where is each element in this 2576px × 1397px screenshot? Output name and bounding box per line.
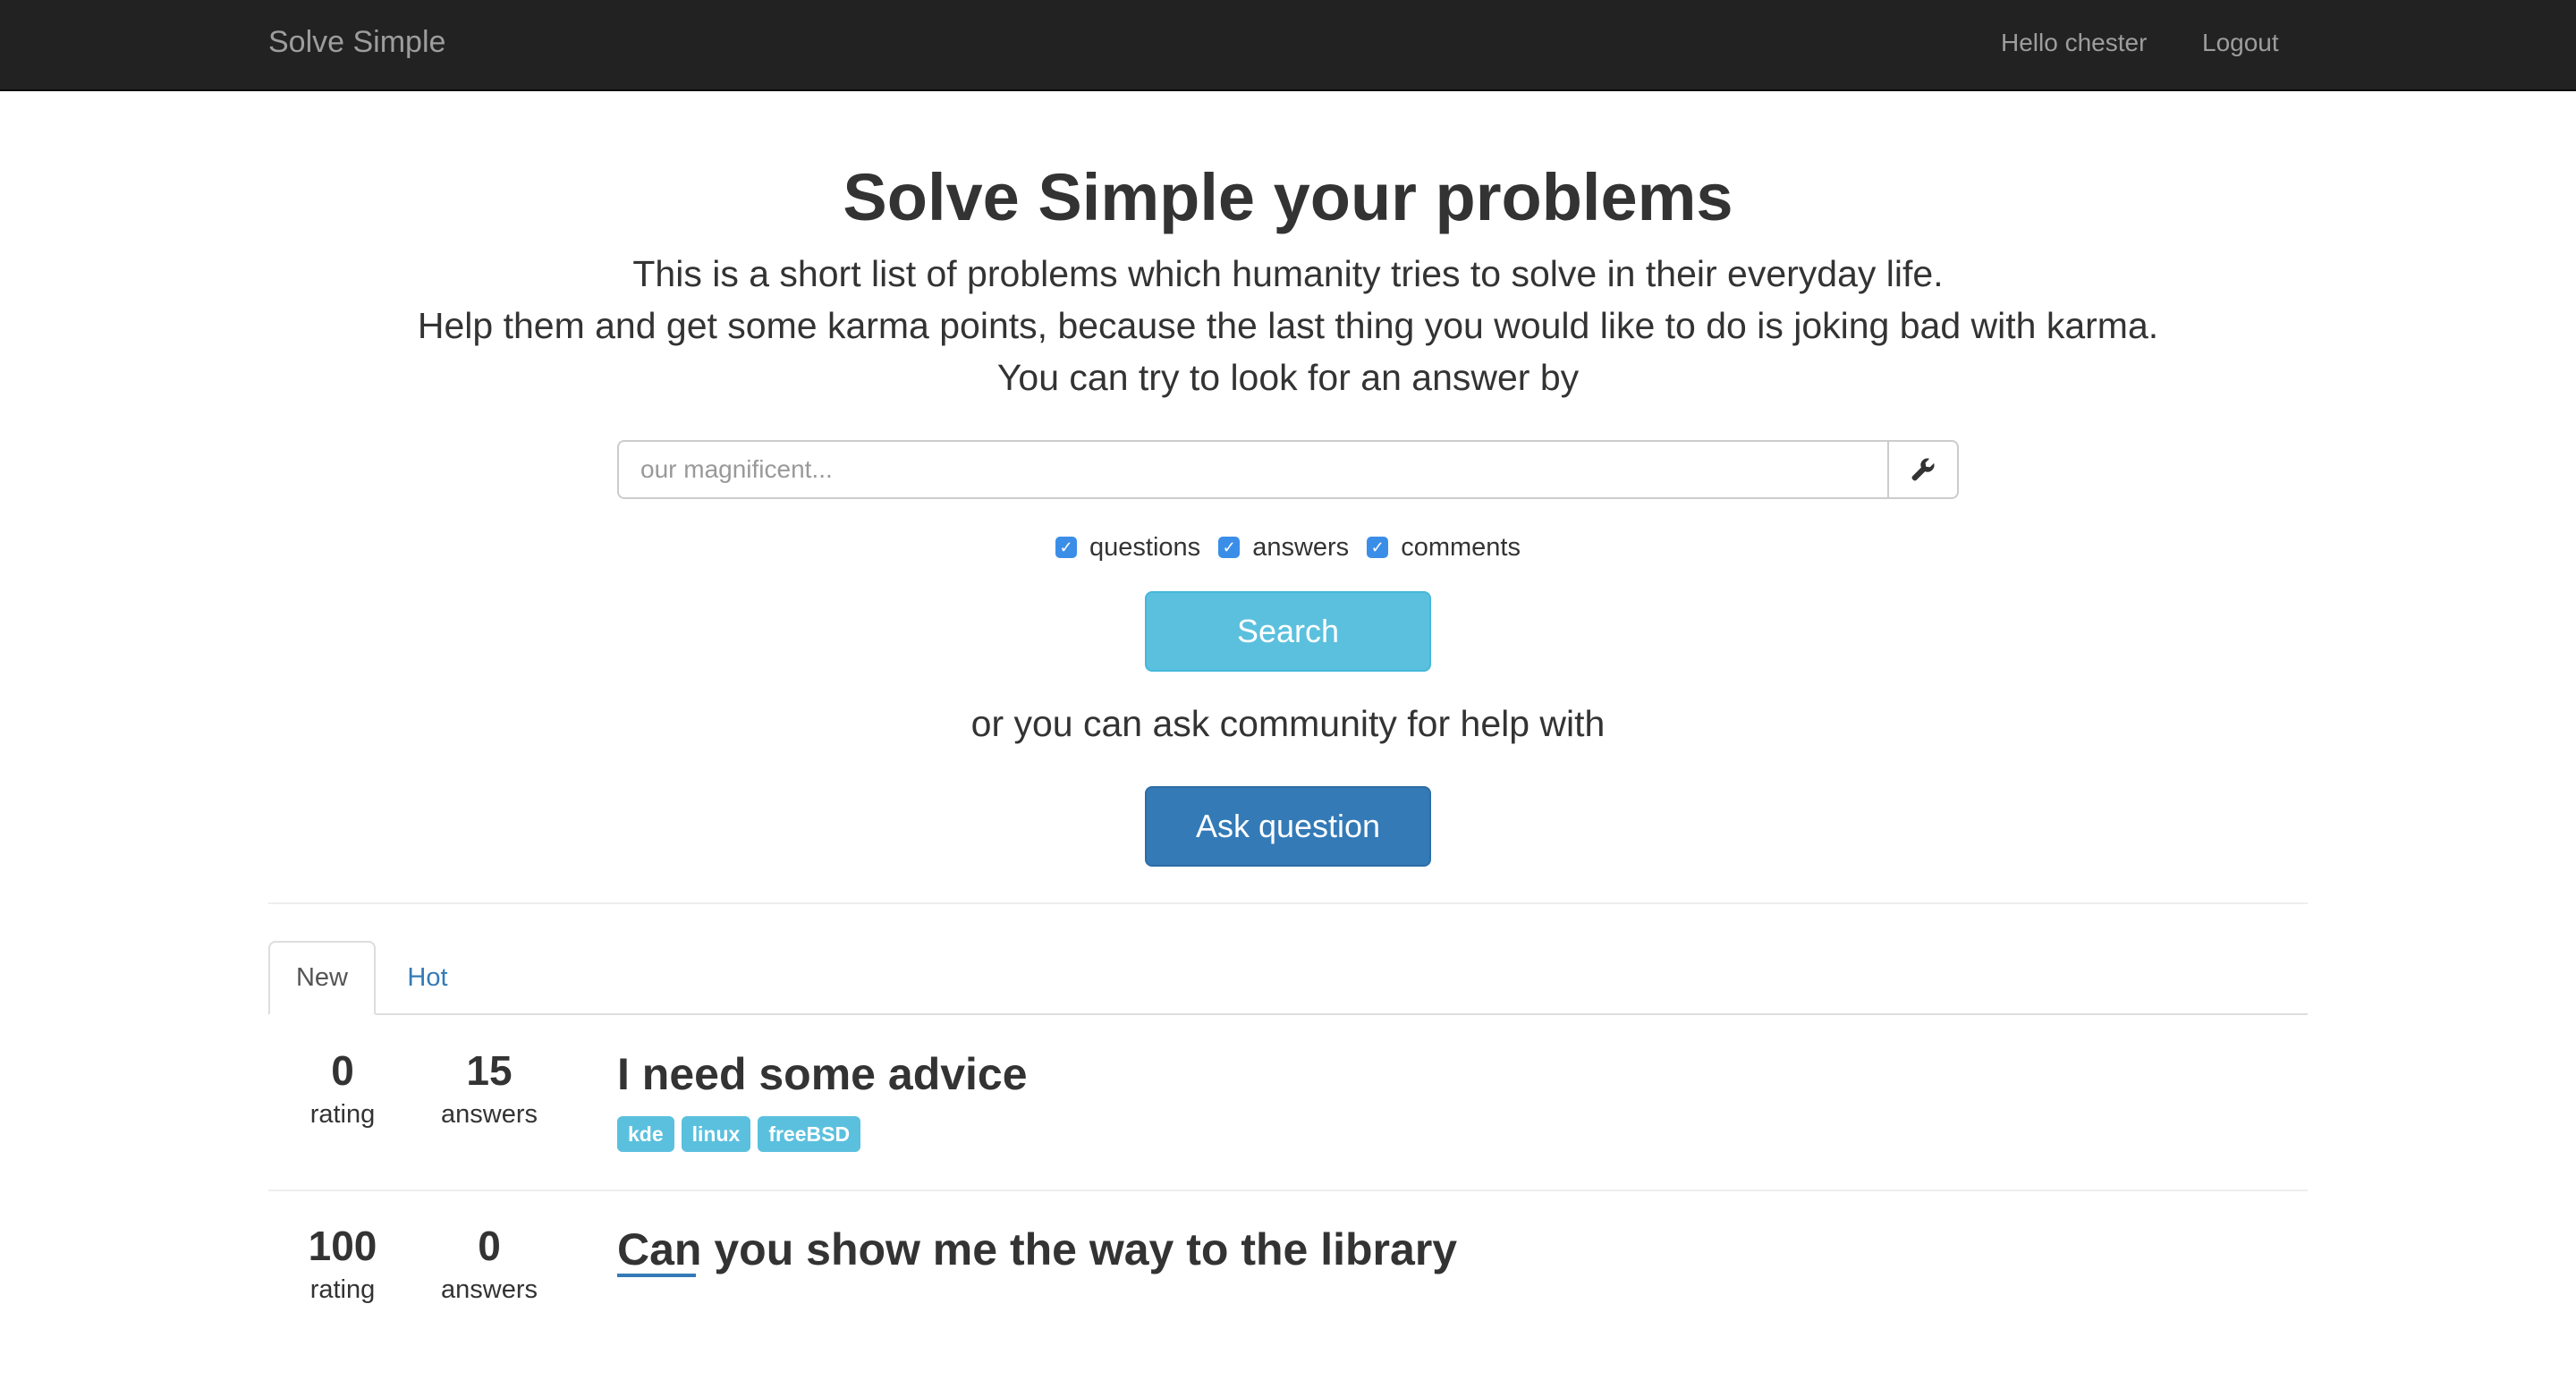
rating-stat: 0 rating [284,1046,401,1130]
divider [268,902,2308,904]
tabs-border [268,1013,2308,1015]
checkbox-checked-icon[interactable]: ✓ [1218,537,1241,558]
filter-comments[interactable]: ✓ comments [1367,533,1521,563]
ask-prompt: or you can ask community for help with [970,703,1606,744]
navbar: Solve Simple Hello chester Logout [0,0,2576,91]
tag[interactable]: linux [681,1116,751,1152]
answers-stat: 15 answers [431,1046,547,1130]
answers-value: 0 [478,1223,501,1269]
checkbox-checked-icon[interactable]: ✓ [1367,537,1389,558]
search-options-button[interactable] [1887,440,1959,499]
answers-label: answers [441,1275,538,1304]
tab-hot[interactable]: Hot [385,941,470,1015]
rating-value: 0 [331,1047,354,1094]
question-title-link[interactable]: Can you show me the way to the library [617,1223,1457,1275]
tag-list: kde linux freeBSD [617,1116,861,1152]
search-group [617,440,1959,499]
hero-line-2: Help them and get some karma points, bec… [417,305,2159,346]
brand-link[interactable]: Solve Simple [268,25,445,60]
answers-stat: 0 answers [431,1222,547,1306]
filter-questions[interactable]: ✓ questions [1055,533,1200,563]
question-title-link[interactable]: I need some advice [617,1048,1028,1100]
rating-value: 100 [308,1223,377,1269]
answers-value: 15 [466,1047,513,1094]
tag[interactable]: freeBSD [758,1116,861,1152]
filter-answers[interactable]: ✓ answers [1218,533,1349,563]
hero-line-3: You can try to look for an answer by [996,357,1580,398]
user-greeting-link[interactable]: Hello chester [2001,29,2147,57]
hero-line-1: This is a short list of problems which h… [632,253,1944,294]
link-underline [617,1274,696,1277]
search-filters: ✓ questions ✓ answers ✓ comments [0,529,2576,565]
tab-new[interactable]: New [268,941,376,1015]
filter-label: answers [1252,532,1350,562]
page-title: Solve Simple your problems [843,160,1733,234]
question-divider [268,1190,2308,1191]
rating-stat: 100 rating [284,1222,401,1306]
tag[interactable]: kde [617,1116,674,1152]
search-button[interactable]: Search [1145,591,1431,672]
question-row: 0 rating 15 answers I need some advice k… [268,1046,2308,1222]
search-input[interactable] [617,440,1889,499]
answers-label: answers [441,1100,538,1129]
rating-label: rating [309,1275,376,1304]
logout-link[interactable]: Logout [2202,29,2279,57]
filter-label: questions [1089,532,1201,562]
question-row: 100 rating 0 answers Can you show me the… [268,1222,2308,1397]
checkbox-checked-icon[interactable]: ✓ [1055,537,1078,558]
rating-label: rating [309,1100,376,1129]
wrench-icon [1911,458,1935,481]
filter-label: comments [1401,532,1521,562]
ask-question-button[interactable]: Ask question [1145,786,1431,867]
